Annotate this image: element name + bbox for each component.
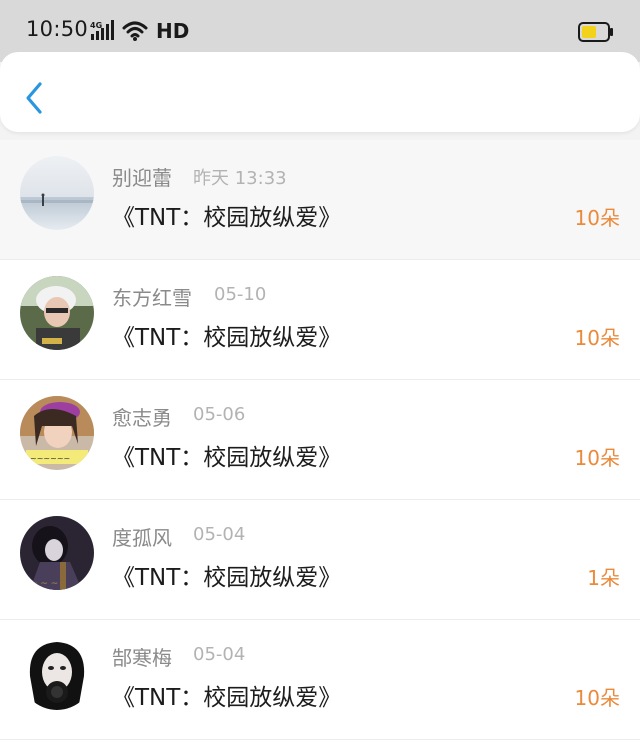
list-item[interactable]: 东方红雪 05-10 《TNT：校园放纵爱》 10朵 bbox=[0, 260, 640, 380]
gift-date: 05-04 bbox=[193, 524, 246, 545]
gift-date: 05-04 bbox=[193, 644, 246, 665]
svg-text:~ ~ ~: ~ ~ ~ bbox=[30, 579, 58, 589]
avatar: ~~~~~~ bbox=[20, 396, 94, 470]
avatar bbox=[20, 636, 94, 710]
sender-name: 别迎蕾 bbox=[112, 166, 172, 190]
book-title: 《TNT：校园放纵爱》 bbox=[112, 685, 342, 711]
list-item[interactable]: 别迎蕾 昨天 13:33 《TNT：校园放纵爱》 10朵 bbox=[0, 140, 640, 260]
list-item[interactable]: ~ ~ ~ 度孤风 05-04 《TNT：校园放纵爱》 1朵 bbox=[0, 500, 640, 620]
gift-date: 05-10 bbox=[214, 284, 267, 305]
sender-name: 度孤风 bbox=[112, 526, 172, 550]
network-label: HD bbox=[156, 19, 190, 43]
chevron-left-icon bbox=[26, 82, 42, 114]
flower-count: 10朵 bbox=[574, 446, 620, 470]
flower-count: 10朵 bbox=[574, 206, 620, 230]
sender-name: 郜寒梅 bbox=[112, 646, 172, 670]
gift-list: 别迎蕾 昨天 13:33 《TNT：校园放纵爱》 10朵 东方红雪 05-10 … bbox=[0, 140, 640, 740]
book-title: 《TNT：校园放纵爱》 bbox=[112, 325, 342, 351]
sender-name: 东方红雪 bbox=[112, 286, 192, 310]
battery-icon bbox=[578, 22, 613, 42]
book-title: 《TNT：校园放纵爱》 bbox=[112, 205, 342, 231]
avatar: ~ ~ ~ bbox=[20, 516, 94, 590]
sender-name: 愈志勇 bbox=[112, 406, 172, 430]
wifi-icon bbox=[122, 21, 148, 41]
battery-level bbox=[582, 26, 596, 38]
flower-count: 10朵 bbox=[574, 326, 620, 350]
status-time: 10:50 bbox=[26, 17, 89, 41]
svg-text:~~~~~~: ~~~~~~ bbox=[30, 454, 70, 463]
gift-date: 昨天 13:33 bbox=[193, 168, 287, 189]
status-icons: 4G HD bbox=[90, 18, 189, 44]
avatar bbox=[20, 156, 94, 230]
list-item[interactable]: 郜寒梅 05-04 《TNT：校园放纵爱》 10朵 bbox=[0, 620, 640, 740]
svg-text:4G: 4G bbox=[90, 21, 102, 30]
flower-count: 1朵 bbox=[587, 566, 620, 590]
avatar bbox=[20, 276, 94, 350]
gift-date: 05-06 bbox=[193, 404, 246, 425]
book-title: 《TNT：校园放纵爱》 bbox=[112, 445, 342, 471]
list-item[interactable]: ~~~~~~ 愈志勇 05-06 《TNT：校园放纵爱》 10朵 bbox=[0, 380, 640, 500]
flower-count: 10朵 bbox=[574, 686, 620, 710]
back-button[interactable] bbox=[20, 80, 50, 116]
book-title: 《TNT：校园放纵爱》 bbox=[112, 565, 342, 591]
nav-bar bbox=[0, 52, 640, 132]
signal-4g-icon: 4G bbox=[90, 20, 114, 40]
